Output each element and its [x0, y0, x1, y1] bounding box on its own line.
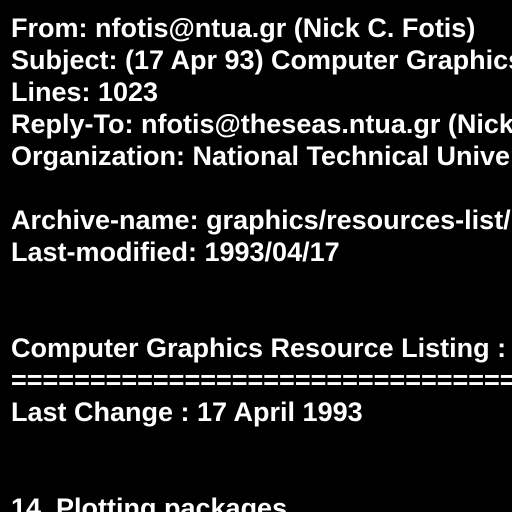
section-heading: 14. Plotting packages [11, 493, 288, 512]
from-line: From: nfotis@ntua.gr (Nick C. Fotis) [11, 13, 476, 43]
document-view: From: nfotis@ntua.gr (Nick C. Fotis) Sub… [0, 0, 512, 512]
last-modified-line: Last-modified: 1993/04/17 [11, 237, 340, 267]
document-title: Computer Graphics Resource Listing : WEE… [11, 333, 507, 363]
reply-to-line: Reply-To: nfotis@theseas.ntua.gr (Nick C… [11, 109, 512, 139]
last-change-line: Last Change : 17 April 1993 [11, 397, 363, 427]
lines-count-line: Lines: 1023 [11, 77, 159, 107]
archive-name-line: Archive-name: graphics/resources-list/pa… [11, 205, 512, 235]
subject-line: Subject: (17 Apr 93) Computer Graphics R… [11, 45, 512, 75]
separator-line: ========================================… [11, 365, 512, 395]
organization-line: Organization: National Technical Univers… [11, 141, 512, 171]
